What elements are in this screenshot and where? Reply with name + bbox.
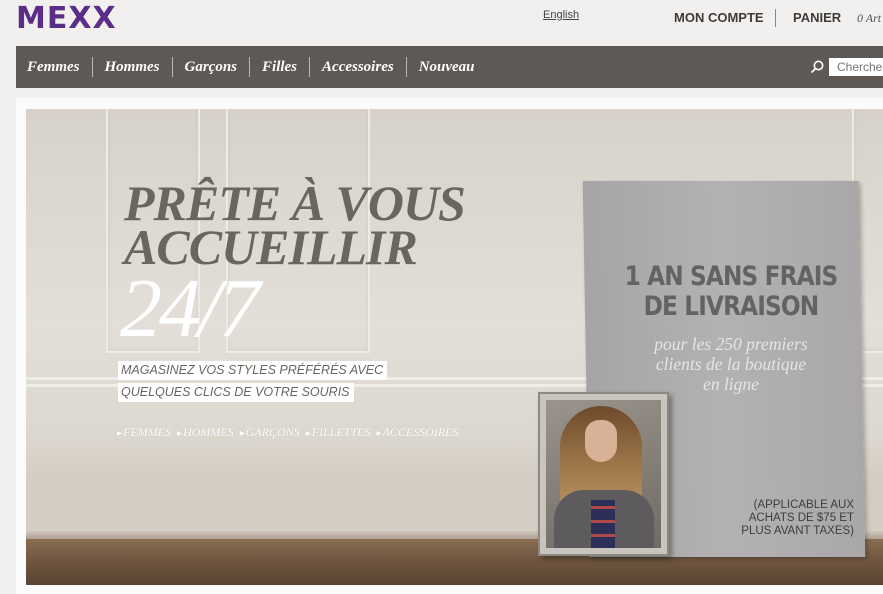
nav-item-filles[interactable]: Filles [249, 57, 309, 77]
tagline-line-2: QUELQUES CLICS DE VOTRE SOURIS [118, 383, 354, 402]
banner-headline: PRÊTE À VOUS ACCUEILLIR [124, 178, 466, 272]
promo-title-line-2: DE LIVRAISON [643, 291, 820, 322]
cart-count: 0 Art [857, 11, 882, 25]
promo-subtitle-line-3: en ligne [703, 374, 759, 394]
search-icon[interactable] [809, 59, 825, 75]
model-photo [546, 400, 661, 548]
nav-item-garcons[interactable]: Garçons [171, 57, 250, 77]
header-divider [775, 9, 776, 27]
promo-title: 1 AN SANS FRAIS DE LIVRAISON [615, 262, 847, 322]
mexx-logo[interactable]: MEXX [16, 4, 117, 34]
nav-item-accessoires[interactable]: Accessoires [309, 57, 406, 77]
photo-frame [538, 392, 669, 556]
nav-item-hommes[interactable]: Hommes [91, 57, 172, 77]
promo-subtitle-line-2: clients de la boutique [655, 354, 807, 374]
search-input[interactable] [829, 58, 883, 76]
nav-menu: Femmes Hommes Garçons Filles Accessoires… [16, 46, 487, 88]
promo-conditions-line-3: PLUS AVANT TAXES) [741, 525, 854, 537]
tagline-line-1: MAGASINEZ VOS STYLES PRÉFÉRÉS AVEC [118, 361, 388, 380]
banner-link-hommes[interactable]: HOMMES [177, 425, 234, 440]
model-top [591, 500, 615, 548]
nav-item-femmes[interactable]: Femmes [16, 57, 92, 77]
banner-link-accessoires[interactable]: ACCESSOIRES [376, 425, 458, 440]
promo-conditions-line-2: ACHATS DE $75 ET [748, 512, 854, 524]
hero-banner[interactable]: PRÊTE À VOUS ACCUEILLIR 24/7 MAGASINEZ V… [26, 109, 883, 585]
main-nav: Femmes Hommes Garçons Filles Accessoires… [16, 46, 883, 88]
language-link[interactable]: English [543, 9, 579, 21]
nav-item-nouveau[interactable]: Nouveau [405, 57, 487, 77]
cart-link[interactable]: PANIER [793, 10, 841, 25]
model-face [585, 420, 617, 462]
promo-subtitle-line-1: pour les 250 premiers [654, 334, 808, 354]
promo-title-line-1: 1 AN SANS FRAIS [624, 261, 839, 292]
headline-24-7: 24/7 [120, 262, 260, 355]
banner-link-fillettes[interactable]: FILLETTES [306, 425, 371, 440]
my-account-link[interactable]: MON COMPTE [674, 10, 764, 25]
promo-conditions: (APPLICABLE AUX ACHATS DE $75 ET PLUS AV… [726, 499, 854, 538]
promo-conditions-line-1: (APPLICABLE AUX [753, 499, 854, 511]
banner-link-garcons[interactable]: GARÇONS [240, 425, 300, 440]
banner-link-femmes[interactable]: FEMMES [117, 425, 171, 440]
banner-category-links: FEMMES HOMMES GARÇONS FILLETTES ACCESSOI… [117, 425, 464, 440]
promo-subtitle: pour les 250 premiers clients de la bout… [616, 334, 846, 394]
banner-tagline: MAGASINEZ VOS STYLES PRÉFÉRÉS AVEC QUELQ… [118, 360, 388, 404]
